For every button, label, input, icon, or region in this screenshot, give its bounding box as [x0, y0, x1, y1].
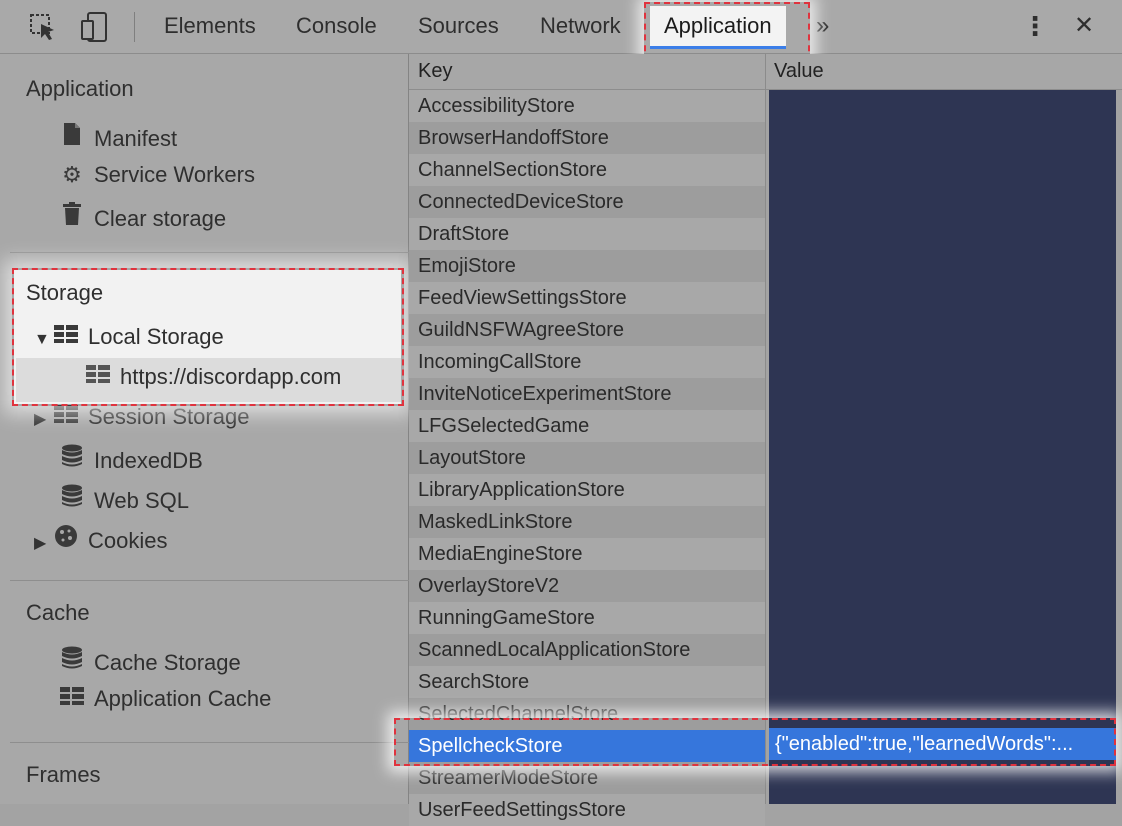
selected-row-highlight	[394, 718, 1116, 766]
table-row[interactable]: StreamerModeStore	[409, 762, 765, 794]
table-grid-icon	[52, 404, 80, 430]
section-divider	[10, 252, 409, 253]
sidebar-item-label: IndexedDB	[94, 448, 203, 473]
sidebar-item-web-sql[interactable]: Web SQL	[58, 484, 189, 514]
section-title-application: Application	[26, 76, 134, 101]
device-toolbar-icon[interactable]	[80, 12, 112, 47]
table-row[interactable]: LibraryApplicationStore	[409, 474, 765, 506]
sidebar-item-cache-storage[interactable]: Cache Storage	[58, 646, 241, 676]
expand-right-icon[interactable]: ▶	[34, 533, 52, 553]
table-row[interactable]: ScannedLocalApplicationStore	[409, 634, 765, 666]
sidebar-item-label: Service Workers	[94, 162, 255, 187]
database-icon	[58, 646, 86, 676]
sidebar-item-session-storage[interactable]: ▶ Session Storage	[34, 404, 249, 430]
table-row[interactable]: ChannelSectionStore	[409, 154, 765, 186]
application-tab-highlight	[644, 2, 810, 62]
sidebar-item-label: Session Storage	[88, 404, 250, 429]
document-icon	[58, 122, 86, 152]
database-icon	[58, 444, 86, 474]
tab-elements[interactable]: Elements	[164, 12, 256, 40]
tab-sources[interactable]: Sources	[418, 12, 499, 40]
sidebar-item-label: Application Cache	[94, 686, 272, 711]
table-row[interactable]: OverlayStoreV2	[409, 570, 765, 602]
table-row[interactable]: EmojiStore	[409, 250, 765, 282]
expand-right-icon[interactable]: ▶	[34, 409, 52, 429]
table-row[interactable]: IncomingCallStore	[409, 346, 765, 378]
sidebar-item-cookies[interactable]: ▶ Cookies	[34, 524, 167, 554]
sidebar-item-label: Cookies	[88, 528, 168, 553]
sidebar-item-label: Web SQL	[94, 488, 189, 513]
table-row[interactable]: MaskedLinkStore	[409, 506, 765, 538]
sidebar-item-manifest[interactable]: Manifest	[58, 122, 177, 152]
column-header-key[interactable]: Key	[409, 54, 765, 90]
key-column: AccessibilityStore BrowserHandoffStore Cha…	[409, 90, 765, 826]
section-title-cache: Cache	[26, 600, 90, 625]
sidebar-item-clear-storage[interactable]: Clear storage	[58, 202, 226, 232]
inspect-element-icon[interactable]	[28, 12, 58, 47]
section-divider	[10, 742, 409, 743]
sidebar-item-label: Clear storage	[94, 206, 227, 231]
table-row[interactable]: MediaEngineStore	[409, 538, 765, 570]
local-storage-table: Key Value AccessibilityStore BrowserHando…	[409, 54, 1122, 826]
table-row[interactable]: SearchStore	[409, 666, 765, 698]
table-row[interactable]: GuildNSFWAgreeStore	[409, 314, 765, 346]
menu-kebab-icon[interactable]: ⋮	[1022, 12, 1048, 40]
sidebar-item-service-workers[interactable]: ⚙ Service Workers	[58, 162, 255, 188]
tab-network[interactable]: Network	[540, 12, 621, 40]
cookie-icon	[52, 524, 80, 554]
trash-icon	[58, 202, 86, 232]
toolbar-divider	[134, 12, 135, 42]
section-title-frames: Frames	[26, 762, 101, 787]
sidebar-item-label: Cache Storage	[94, 650, 241, 675]
value-panel	[769, 90, 1116, 804]
table-row[interactable]: ConnectedDeviceStore	[409, 186, 765, 218]
table-row[interactable]: InviteNoticeExperimentStore	[409, 378, 765, 410]
table-row[interactable]: LFGSelectedGame	[409, 410, 765, 442]
column-header-value[interactable]: Value	[766, 54, 1122, 90]
close-icon[interactable]: ✕	[1074, 12, 1094, 40]
table-grid-icon	[58, 686, 86, 712]
devtools-toolbar: Elements Console Sources Network Applica…	[0, 0, 1122, 54]
sidebar-item-label: Manifest	[94, 126, 178, 151]
database-icon	[58, 484, 86, 514]
table-row[interactable]: RunningGameStore	[409, 602, 765, 634]
storage-section-highlight	[12, 268, 404, 406]
more-tabs-icon[interactable]: »	[816, 12, 829, 40]
tab-console[interactable]: Console	[296, 12, 377, 40]
gear-icon: ⚙	[62, 162, 82, 187]
table-row[interactable]: DraftStore	[409, 218, 765, 250]
column-divider[interactable]	[765, 54, 766, 804]
sidebar: Application Manifest ⚙ Service Workers Cl…	[0, 54, 409, 804]
sidebar-item-indexeddb[interactable]: IndexedDB	[58, 444, 203, 474]
table-row[interactable]: UserFeedSettingsStore	[409, 794, 765, 826]
table-row[interactable]: BrowserHandoffStore	[409, 122, 765, 154]
table-row[interactable]: AccessibilityStore	[409, 90, 765, 122]
sidebar-item-application-cache[interactable]: Application Cache	[58, 686, 271, 712]
section-divider	[10, 580, 409, 581]
table-row[interactable]: LayoutStore	[409, 442, 765, 474]
table-row[interactable]: FeedViewSettingsStore	[409, 282, 765, 314]
